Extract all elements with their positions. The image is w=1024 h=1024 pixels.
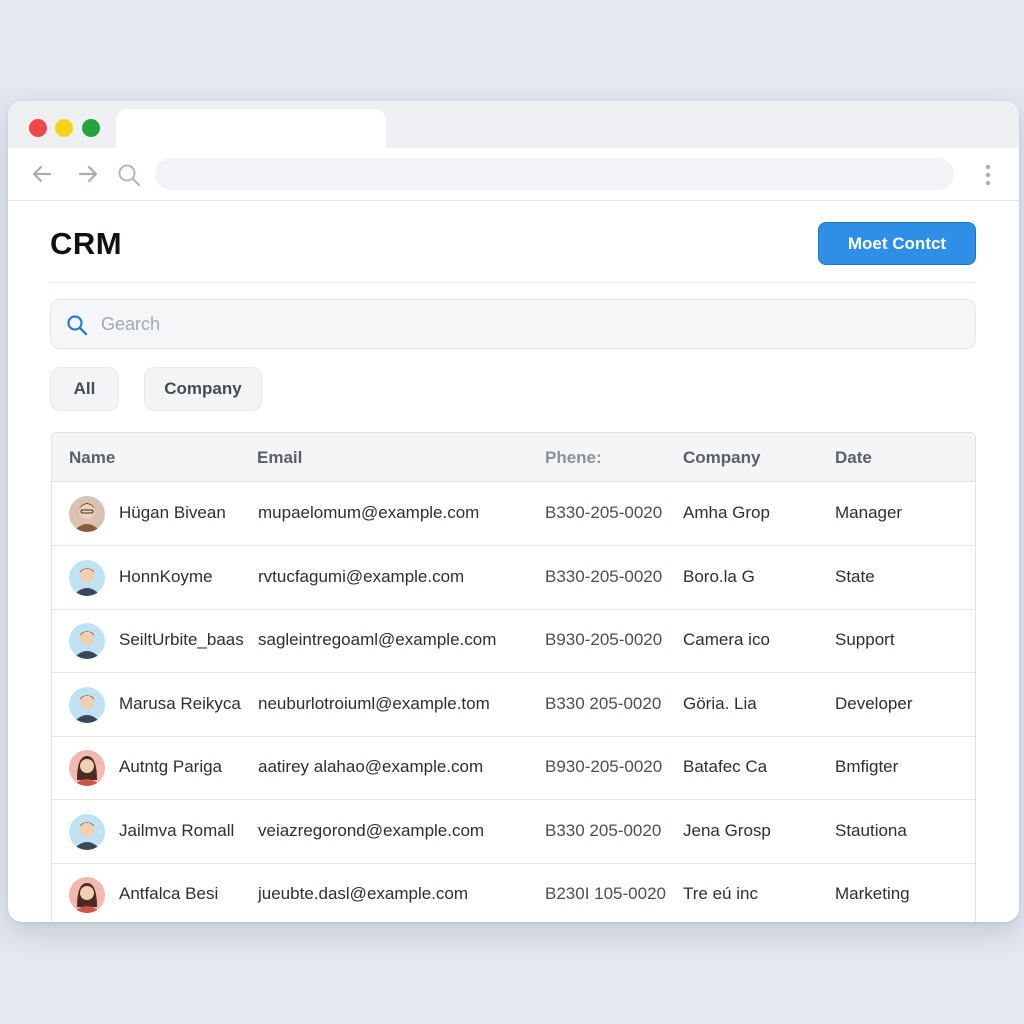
table-row[interactable]: Hügan Bivean mupaelomum@example.com B330… xyxy=(52,482,975,546)
table-row[interactable]: Marusa Reikyca neuburlotroiuml@example.t… xyxy=(52,673,975,737)
contact-email: mupaelomum@example.com xyxy=(258,503,480,522)
avatar xyxy=(69,813,105,850)
contact-company: Göria. Lia xyxy=(683,693,757,713)
contact-phone: B930-205-0020 xyxy=(545,757,663,776)
contact-phone: B330-205-0020 xyxy=(545,566,663,586)
contact-phone: B330 205-0020 xyxy=(545,820,662,840)
contact-name: Antfalca Besi xyxy=(119,884,219,903)
contact-email: aatirey alahao@example.com xyxy=(258,757,484,776)
search-input[interactable] xyxy=(101,300,961,348)
contacts-table: Name Email Phene: Company Date Hügan Biv… xyxy=(51,432,976,922)
avatar xyxy=(69,750,105,786)
new-contact-button[interactable]: Moet Contct xyxy=(818,222,976,265)
contact-name: Autntg Pariga xyxy=(119,757,223,776)
avatar xyxy=(69,686,105,723)
contact-company: Camera ico xyxy=(683,630,770,649)
arrow-right-icon[interactable] xyxy=(74,160,100,188)
page-title: CRM xyxy=(50,226,123,261)
table-row[interactable]: Antfalca Besi jueubte.dasl@example.com B… xyxy=(52,863,975,922)
avatar xyxy=(69,623,105,659)
column-header-name[interactable]: Name xyxy=(69,448,115,468)
table-row[interactable]: Jailmva Romall veiazregorond@example.com… xyxy=(52,800,975,864)
search-field[interactable] xyxy=(50,299,976,349)
avatar xyxy=(69,877,105,913)
contact-name: Jailmva Romall xyxy=(119,820,235,840)
avatar xyxy=(69,559,105,596)
more-vertical-icon[interactable] xyxy=(978,161,998,189)
contact-date: Support xyxy=(835,630,895,649)
contact-email: sagleintregoaml@example.com xyxy=(258,630,497,649)
contact-name: HonnKoyme xyxy=(119,566,213,586)
contact-phone: B330-205-0020 xyxy=(545,503,663,522)
contact-email: neuburlotroiuml@example.tom xyxy=(258,693,490,713)
search-icon[interactable] xyxy=(116,160,142,188)
tab-bar xyxy=(8,101,1019,149)
filter-chip-all[interactable]: All xyxy=(50,367,119,411)
column-header-company[interactable]: Company xyxy=(683,448,760,468)
column-header-phone[interactable]: Phene: xyxy=(545,448,602,468)
contact-phone: B230I 105-0020 xyxy=(545,884,666,903)
contact-date: Manager xyxy=(835,503,903,522)
contact-name: Hügan Bivean xyxy=(119,503,226,522)
contact-company: Batafec Ca xyxy=(683,757,768,776)
contact-company: Boro.la G xyxy=(683,566,755,586)
avatar xyxy=(69,496,105,532)
active-tab[interactable] xyxy=(116,109,386,149)
arrow-left-icon[interactable] xyxy=(30,160,56,188)
filter-chip-company[interactable]: Company xyxy=(144,367,262,411)
contact-email: jueubte.dasl@example.com xyxy=(258,884,469,903)
search-icon xyxy=(66,314,88,336)
table-row[interactable]: SeiltUrbite_baas sagleintregoaml@example… xyxy=(52,609,975,673)
contact-name: SeiltUrbite_baas xyxy=(119,630,244,649)
minimize-window-button[interactable] xyxy=(55,119,73,137)
column-header-date[interactable]: Date xyxy=(835,448,872,468)
contact-company: Jena Grosp xyxy=(683,820,771,840)
browser-toolbar xyxy=(8,148,1019,201)
column-header-email[interactable]: Email xyxy=(257,448,302,468)
contact-name: Marusa Reikyca xyxy=(119,693,241,713)
contact-date: State xyxy=(835,566,875,586)
contact-date: Bmfigter xyxy=(835,757,899,776)
table-header: Name Email Phene: Company Date xyxy=(52,433,975,482)
contact-company: Tre eú inc xyxy=(683,884,758,903)
contact-email: veiazregorond@example.com xyxy=(258,820,485,840)
address-bar[interactable] xyxy=(155,158,954,190)
table-row[interactable]: HonnKoyme rvtucfagumi@example.com B330-2… xyxy=(52,546,975,610)
contact-company: Amha Grop xyxy=(683,503,770,522)
contact-date: Stautiona xyxy=(835,820,907,840)
maximize-window-button[interactable] xyxy=(82,119,100,137)
contact-phone: B330 205-0020 xyxy=(545,693,662,713)
contact-date: Developer xyxy=(835,693,913,713)
contact-phone: B930-205-0020 xyxy=(545,630,663,649)
close-window-button[interactable] xyxy=(29,119,47,137)
contact-email: rvtucfagumi@example.com xyxy=(258,566,465,586)
contact-date: Marketing xyxy=(835,884,910,903)
table-row[interactable]: Autntg Pariga aatirey alahao@example.com… xyxy=(52,736,975,800)
